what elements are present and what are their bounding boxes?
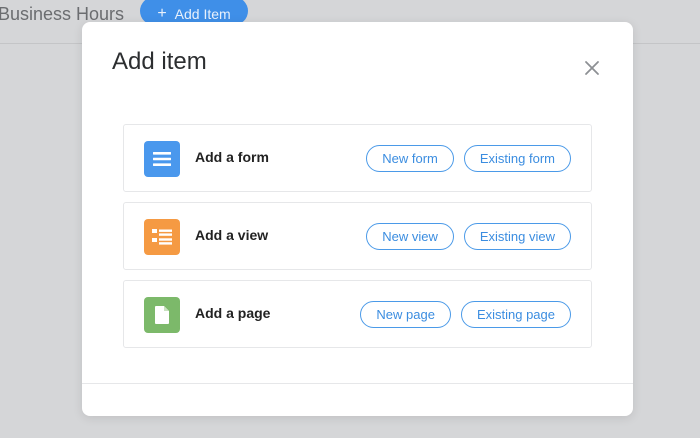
new-form-button[interactable]: New form — [366, 145, 454, 172]
add-view-actions: New view Existing view — [366, 223, 571, 250]
add-item-modal: Add item Add a form New form Existing fo… — [82, 22, 633, 416]
close-icon[interactable] — [581, 57, 603, 79]
new-view-button[interactable]: New view — [366, 223, 454, 250]
form-icon — [144, 141, 180, 177]
add-view-label: Add a view — [195, 227, 269, 243]
add-form-actions: New form Existing form — [366, 145, 571, 172]
add-form-row: Add a form New form Existing form — [123, 124, 592, 192]
add-item-label: Add Item — [174, 5, 231, 22]
existing-form-button[interactable]: Existing form — [463, 145, 571, 172]
modal-footer-divider — [82, 383, 633, 384]
add-view-row: Add a view New view Existing view — [123, 202, 592, 270]
add-page-actions: New page Existing page — [360, 301, 571, 328]
view-icon — [144, 219, 180, 255]
add-options-list: Add a form New form Existing form Add a … — [123, 124, 592, 358]
plus-icon: + — [157, 4, 167, 22]
page-icon — [144, 297, 180, 333]
add-page-row: Add a page New page Existing page — [123, 280, 592, 348]
add-page-label: Add a page — [195, 305, 271, 321]
new-page-button[interactable]: New page — [360, 301, 451, 328]
add-form-label: Add a form — [195, 149, 269, 165]
existing-view-button[interactable]: Existing view — [463, 223, 571, 250]
existing-page-button[interactable]: Existing page — [460, 301, 571, 328]
modal-title: Add item — [112, 48, 207, 75]
